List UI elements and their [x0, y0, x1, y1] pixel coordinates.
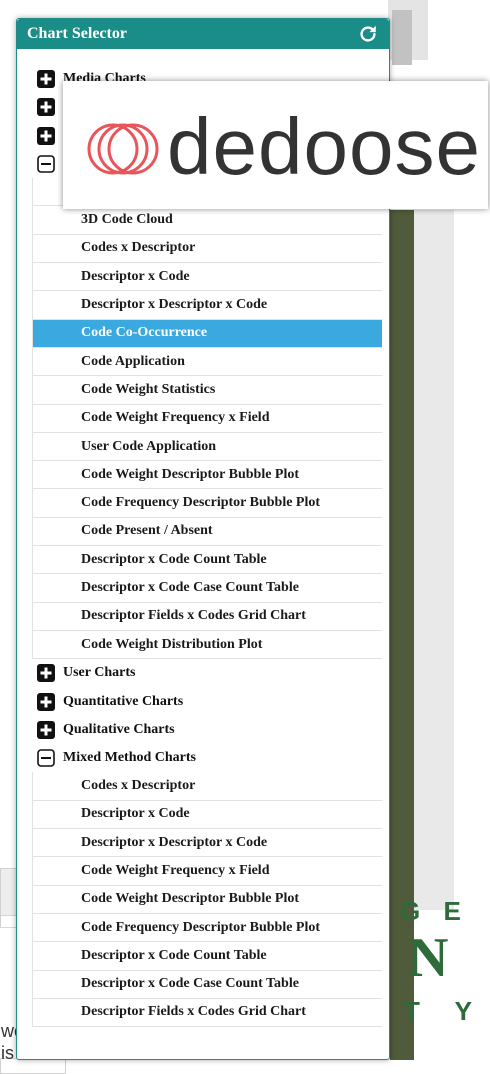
chart-group-label: User Charts [63, 665, 136, 681]
chart-list-item[interactable]: Code Weight Frequency x Field [33, 404, 382, 433]
chart-list-item[interactable]: Code Frequency Descriptor Bubble Plot [33, 489, 382, 518]
chart-list-item[interactable]: Descriptor x Descriptor x Code [33, 291, 382, 320]
chart-list-item[interactable]: Code Weight Frequency x Field [33, 857, 382, 886]
chart-list-item[interactable]: Code Application [33, 347, 382, 377]
code-charts-list: Packed Code Cloud3D Code CloudCodes x De… [32, 178, 382, 660]
panel-title: Chart Selector [27, 25, 127, 42]
chart-list-item[interactable]: Descriptor x Code Case Count Table [33, 970, 382, 999]
dedoose-wordmark: dedoose [167, 102, 481, 191]
chart-list-item[interactable]: Code Co-Occurrence [33, 319, 382, 348]
chart-list-item[interactable]: Descriptor x Code [33, 263, 382, 292]
chart-list-item[interactable]: Code Weight Statistics [33, 376, 382, 405]
chart-list-item[interactable]: Codes x Descriptor [33, 234, 382, 264]
dedoose-logo-card: dedoose [63, 81, 488, 209]
minus-icon[interactable] [37, 155, 55, 173]
chart-list-item[interactable]: Code Frequency Descriptor Bubble Plot [33, 913, 382, 943]
chart-group[interactable]: Qualitative Charts [32, 716, 382, 744]
plus-icon[interactable] [37, 126, 55, 145]
chart-list-item[interactable]: Code Weight Descriptor Bubble Plot [33, 885, 382, 914]
background-tile [392, 10, 412, 65]
background-blur-right [414, 210, 454, 910]
mixed-method-charts-list: Codes x Descriptor Descriptor x Code Descr… [32, 772, 382, 1028]
chart-list-item[interactable]: Codes x Descriptor [33, 772, 382, 801]
chart-group-label: Quantitative Charts [63, 693, 184, 709]
dedoose-logo-icon [87, 123, 159, 175]
chart-list-item[interactable]: Descriptor x Descriptor x Code [33, 829, 382, 858]
plus-icon[interactable] [37, 70, 55, 89]
chart-list-item[interactable]: Descriptor x Code Count Table [33, 546, 382, 575]
chart-list-item[interactable]: Descriptor x Code Case Count Table [33, 574, 382, 603]
background-card-text-2: is [1, 1043, 14, 1063]
panel-header: Chart Selector [17, 19, 389, 49]
chart-list-item[interactable]: Descriptor x Code Count Table [33, 942, 382, 971]
chart-list-item[interactable]: User Code Application [33, 432, 382, 462]
college-text-3: T Y [404, 996, 486, 1026]
chart-list-item[interactable]: 3D Code Cloud [33, 206, 382, 235]
chart-list-item[interactable]: Code Weight Distribution Plot [33, 630, 382, 660]
plus-icon[interactable] [37, 692, 55, 711]
chart-group[interactable]: User Charts [32, 659, 382, 687]
refresh-icon[interactable] [357, 23, 379, 45]
minus-icon[interactable] [37, 749, 55, 768]
college-text-2: N [408, 927, 449, 989]
chart-group-label: Qualitative Charts [63, 721, 175, 737]
chart-group[interactable]: Quantitative Charts [32, 688, 382, 716]
plus-icon[interactable] [37, 98, 55, 117]
chart-list-item[interactable]: Descriptor Fields x Codes Grid Chart [33, 602, 382, 631]
chart-list-item[interactable]: Code Weight Descriptor Bubble Plot [33, 461, 382, 490]
chart-group-label: Mixed Method Charts [63, 750, 196, 766]
college-text-1: G E [400, 896, 469, 926]
plus-icon[interactable] [37, 720, 55, 739]
chart-group[interactable]: Mixed Method Charts [32, 744, 382, 772]
chart-list-item[interactable]: Code Present / Absent [33, 517, 382, 547]
chart-list-item[interactable]: Descriptor x Code [33, 800, 382, 830]
plus-icon[interactable] [37, 664, 55, 683]
chart-list-item[interactable]: Descriptor Fields x Codes Grid Chart [33, 998, 382, 1028]
chart-tree: Media Charts Packed Code Cloud3D Code Cl… [32, 65, 382, 1028]
